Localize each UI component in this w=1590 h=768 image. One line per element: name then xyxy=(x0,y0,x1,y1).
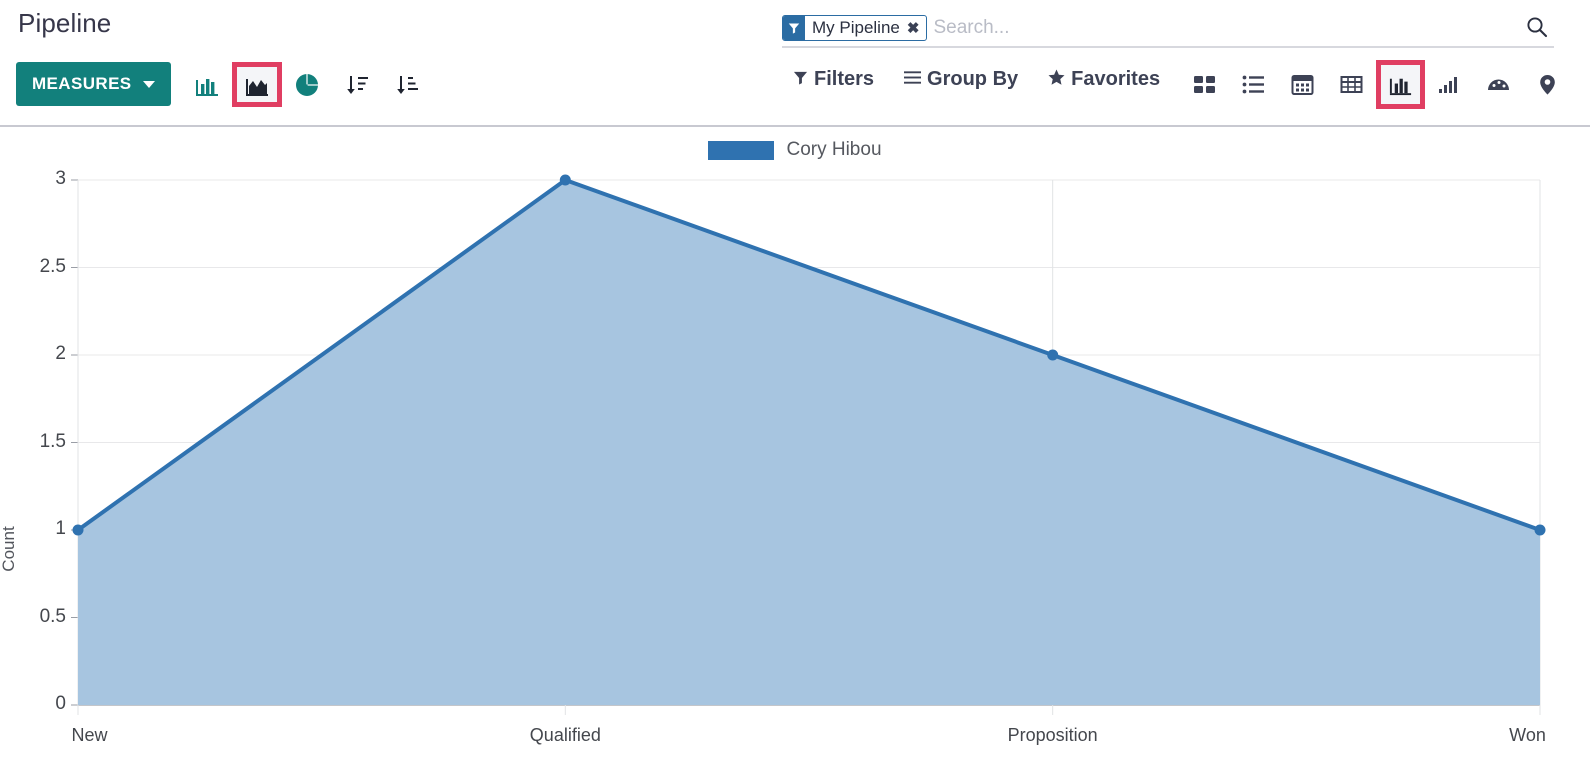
cohort-view-icon[interactable] xyxy=(1425,60,1474,109)
search-facet-my-pipeline[interactable]: My Pipeline ✖ xyxy=(782,15,928,41)
y-axis-tick-label: 1.5 xyxy=(39,430,66,452)
breadcrumb[interactable]: Pipeline xyxy=(18,8,111,39)
x-axis-tick-label: Won xyxy=(1509,725,1546,745)
y-axis-tick-label: 0 xyxy=(55,693,66,714)
chart-canvas xyxy=(71,174,1546,715)
y-axis-tick-label: 0.5 xyxy=(39,605,66,627)
group-by-label: Group By xyxy=(927,68,1019,90)
bar-chart-icon[interactable] xyxy=(182,62,232,107)
search-input[interactable] xyxy=(929,16,1554,40)
graph-view-icon[interactable] xyxy=(1376,60,1425,109)
sort-descending-icon[interactable] xyxy=(332,62,382,107)
dashboard-view-icon[interactable] xyxy=(1474,60,1523,109)
sort-ascending-icon[interactable] xyxy=(382,62,432,107)
measures-label: MEASURES xyxy=(32,74,132,93)
control-panel-top-row: Pipeline My Pipeline ✖ xyxy=(0,0,1590,58)
funnel-icon xyxy=(793,68,808,91)
search-facet-label: My Pipeline xyxy=(812,18,900,37)
pipeline-graph-view: Pipeline My Pipeline ✖ Search... MEASURE… xyxy=(0,0,1590,768)
filters-dropdown[interactable]: Filters xyxy=(793,68,874,91)
data-point[interactable] xyxy=(1534,524,1546,536)
pivot-view-icon[interactable] xyxy=(1327,60,1376,109)
favorites-label: Favorites xyxy=(1071,68,1161,90)
filter-icon xyxy=(783,16,805,40)
pie-chart-icon[interactable] xyxy=(282,62,332,107)
measures-button[interactable]: MEASURES xyxy=(16,62,171,106)
x-axis-tick-label: Qualified xyxy=(529,725,601,745)
area-chart-icon[interactable] xyxy=(232,62,282,107)
graph-renderer: Cory Hibou Count 0 0.5 1 1.5 2 2.5 3 New Qualif… xyxy=(0,127,1590,768)
chart-type-toolbar xyxy=(182,62,432,107)
search-options-group: Filters Group By Favorites xyxy=(793,68,1160,91)
view-switcher xyxy=(1180,60,1572,109)
group-by-dropdown[interactable]: Group By xyxy=(904,68,1018,91)
data-point[interactable] xyxy=(72,524,84,536)
y-axis-tick-label: 2.5 xyxy=(39,255,66,277)
x-axis-tick-label: Proposition xyxy=(1007,725,1098,745)
favorites-dropdown[interactable]: Favorites xyxy=(1048,68,1160,91)
map-view-icon[interactable] xyxy=(1523,60,1572,109)
filters-label: Filters xyxy=(814,68,875,90)
list-view-icon[interactable] xyxy=(1229,60,1278,109)
y-axis-tick-label: 2 xyxy=(55,343,66,364)
bars-icon xyxy=(904,68,922,91)
search-view: My Pipeline ✖ xyxy=(782,10,1554,48)
control-panel: Pipeline My Pipeline ✖ Search... MEASURE… xyxy=(0,0,1590,127)
chevron-down-icon xyxy=(142,80,155,88)
calendar-view-icon[interactable] xyxy=(1278,60,1327,109)
y-axis-tick-label: 1 xyxy=(55,518,66,539)
star-icon xyxy=(1048,68,1065,91)
kanban-view-icon[interactable] xyxy=(1180,60,1229,109)
x-axis-tick-label: New xyxy=(71,725,108,745)
control-panel-bottom-row: MEASURES Filters Group By Favorites xyxy=(0,58,1590,127)
y-axis-tick-label: 3 xyxy=(55,168,66,189)
close-icon[interactable]: ✖ xyxy=(905,16,927,40)
data-point[interactable] xyxy=(559,174,571,186)
data-point[interactable] xyxy=(1047,349,1059,361)
search-icon[interactable] xyxy=(1526,16,1548,44)
